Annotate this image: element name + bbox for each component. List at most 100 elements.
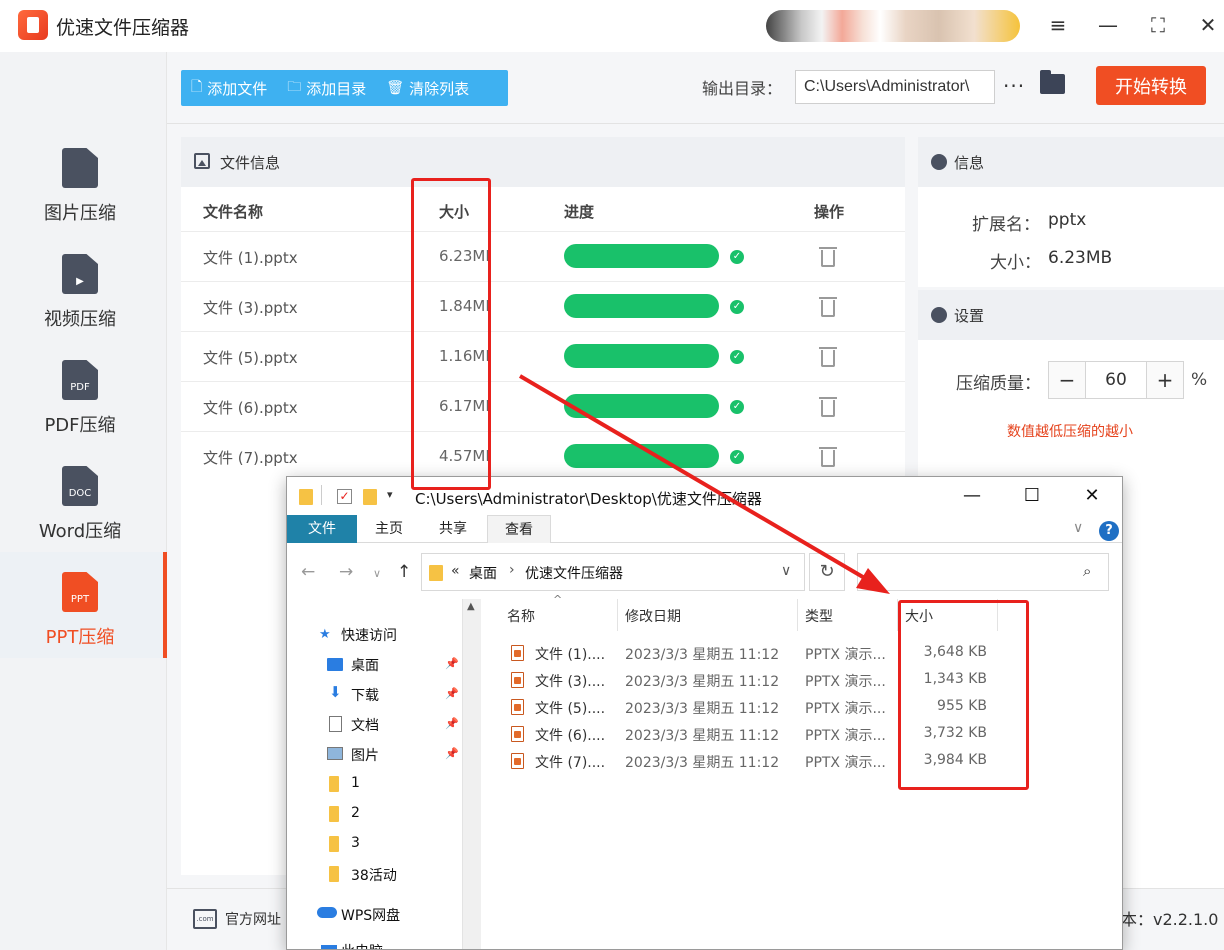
- tree-item-desktop[interactable]: 桌面: [351, 655, 379, 675]
- sidebar-item-video[interactable]: ▶ 视频压缩: [0, 234, 167, 340]
- properties-icon[interactable]: ✓: [337, 489, 352, 504]
- quality-input[interactable]: [1086, 361, 1146, 399]
- breadcrumb-separator[interactable]: ›: [509, 562, 515, 578]
- recent-dropdown-icon[interactable]: ∨: [373, 567, 381, 580]
- sidebar-item-label: 视频压缩: [44, 309, 116, 330]
- tree-item-folder[interactable]: 3: [351, 835, 360, 851]
- file-type: PPTX 演示...: [805, 674, 886, 690]
- progress-bar: [564, 244, 719, 268]
- sidebar-item-word[interactable]: DOC Word压缩: [0, 446, 167, 552]
- video-file-icon: ▶: [62, 254, 98, 294]
- sidebar-item-label: 图片压缩: [44, 203, 116, 224]
- website-icon: .com: [193, 909, 217, 929]
- check-icon: ✓: [730, 300, 744, 314]
- folder-outline-icon: 🗀: [287, 79, 302, 95]
- download-icon: ⬇: [329, 683, 342, 701]
- file-type: PPTX 演示...: [805, 701, 886, 717]
- column-date[interactable]: 修改日期: [625, 606, 681, 626]
- close-icon[interactable]: ✕: [1072, 485, 1112, 506]
- clear-list-button[interactable]: 🗑 清除列表: [376, 78, 479, 99]
- desktop-icon: [327, 658, 343, 671]
- tree-item-quick-access[interactable]: 快速访问: [341, 625, 397, 645]
- tree-item-folder[interactable]: 1: [351, 775, 360, 791]
- more-icon[interactable]: ···: [1003, 74, 1025, 98]
- nav-scrollbar[interactable]: [463, 599, 481, 949]
- column-type[interactable]: 类型: [805, 606, 833, 626]
- column-separator: [797, 599, 798, 631]
- trash-icon[interactable]: [819, 395, 837, 417]
- trash-icon[interactable]: [819, 295, 837, 317]
- maximize-icon[interactable]: ⛶: [1142, 10, 1174, 40]
- trash-icon[interactable]: [819, 445, 837, 467]
- official-site-link[interactable]: 官方网址: [225, 909, 281, 929]
- tree-item-documents[interactable]: 文档: [351, 715, 379, 735]
- breadcrumb-overflow[interactable]: «: [451, 563, 460, 579]
- tree-item-wps-drive[interactable]: WPS网盘: [341, 905, 400, 925]
- tab-file[interactable]: 文件: [287, 515, 357, 543]
- sidebar-item-label: PDF压缩: [44, 415, 116, 436]
- cloud-icon: [317, 907, 337, 918]
- progress-bar: [564, 444, 719, 468]
- tree-item-pictures[interactable]: 图片: [351, 745, 379, 765]
- pin-icon: 📌: [445, 717, 459, 730]
- sidebar-item-ppt[interactable]: PPT PPT压缩: [0, 552, 167, 658]
- minimize-icon[interactable]: —: [952, 485, 992, 506]
- file-name: 文件 (3)....: [535, 674, 606, 690]
- menu-icon[interactable]: ≡: [1042, 10, 1074, 40]
- sidebar-item-pdf[interactable]: PDF PDF压缩: [0, 340, 167, 446]
- refresh-icon[interactable]: ↻: [809, 553, 845, 591]
- ppt-file-icon: PPT: [62, 572, 98, 612]
- pptx-file-icon: [511, 672, 524, 688]
- folder-icon[interactable]: [1040, 70, 1065, 94]
- maximize-icon[interactable]: ☐: [1012, 485, 1052, 506]
- tree-item-folder[interactable]: 2: [351, 805, 360, 821]
- add-file-button[interactable]: 🗋 添加文件: [181, 76, 277, 100]
- tab-home[interactable]: 主页: [359, 515, 419, 543]
- back-icon[interactable]: ←: [301, 562, 315, 582]
- file-type: PPTX 演示...: [805, 755, 886, 771]
- output-dir-input[interactable]: [795, 70, 995, 104]
- tab-view[interactable]: 查看: [487, 515, 551, 543]
- forward-icon[interactable]: →: [339, 562, 353, 582]
- quality-decrease-button[interactable]: −: [1048, 361, 1086, 399]
- ribbon-expand-icon[interactable]: ∨: [1073, 520, 1083, 536]
- sidebar-item-label: Word压缩: [38, 521, 122, 542]
- up-icon[interactable]: ↑: [397, 562, 411, 582]
- add-folder-button[interactable]: 🗀 添加目录: [277, 76, 376, 100]
- image-file-icon: [62, 148, 98, 188]
- trash-icon[interactable]: [819, 245, 837, 267]
- scroll-up-icon[interactable]: ▲: [467, 601, 475, 612]
- file-name: 文件 (1).pptx: [203, 249, 298, 267]
- file-name: 文件 (5).pptx: [203, 349, 298, 367]
- close-icon[interactable]: ✕: [1192, 10, 1224, 40]
- file-type: PPTX 演示...: [805, 728, 886, 744]
- quick-access-dropdown-icon[interactable]: ▾: [387, 488, 393, 501]
- breadcrumb-desktop[interactable]: 桌面: [469, 563, 497, 583]
- version-text: 本：v2.2.1.0: [1121, 910, 1219, 929]
- app-title: 优速文件压缩器: [56, 17, 190, 39]
- sidebar-item-label: PPT压缩: [45, 627, 115, 648]
- help-icon[interactable]: ?: [1099, 521, 1119, 541]
- file-icon: 🗋: [191, 79, 203, 95]
- pptx-file-icon: [511, 726, 524, 742]
- column-name[interactable]: 名称: [507, 606, 535, 626]
- output-dir-label: 输出目录：: [702, 79, 783, 98]
- trash-icon[interactable]: [819, 345, 837, 367]
- column-name: 文件名称: [203, 203, 264, 221]
- address-dropdown-icon[interactable]: ∨: [781, 563, 791, 579]
- app-logo-icon: [18, 10, 48, 40]
- quality-increase-button[interactable]: +: [1146, 361, 1184, 399]
- search-input[interactable]: [857, 553, 1109, 591]
- tree-item-folder[interactable]: 38活动: [351, 865, 397, 885]
- account-avatar[interactable]: [766, 10, 1020, 42]
- sidebar-item-image[interactable]: 图片压缩: [0, 128, 167, 234]
- tree-item-downloads[interactable]: 下载: [351, 685, 379, 705]
- progress-bar: [564, 344, 719, 368]
- tab-share[interactable]: 共享: [423, 515, 483, 543]
- breadcrumb-folder[interactable]: 优速文件压缩器: [525, 563, 623, 583]
- new-folder-icon[interactable]: [363, 489, 377, 505]
- highlight-box-original-size: [411, 178, 491, 490]
- minimize-icon[interactable]: —: [1092, 10, 1124, 40]
- tree-item-this-pc[interactable]: 此电脑: [341, 941, 383, 949]
- start-button[interactable]: 开始转换: [1096, 66, 1206, 105]
